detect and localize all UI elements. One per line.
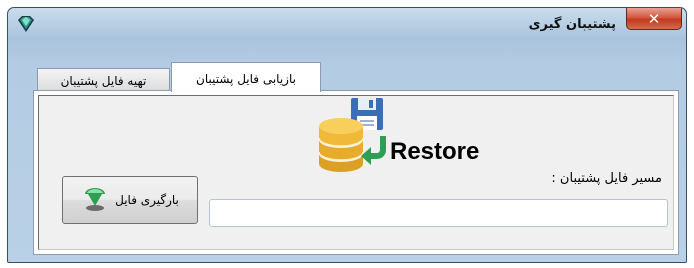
close-button[interactable]: ✕ xyxy=(626,8,682,30)
backup-window: پشتیبان گیری ✕ تهیه فایل پشتیبان بازیابی… xyxy=(7,7,687,263)
restore-heading: Restore xyxy=(390,138,480,165)
client-area: تهیه فایل پشتیبان بازیابی فایل پشتیبان R… xyxy=(17,60,679,257)
tab-create-backup[interactable]: تهیه فایل پشتیبان xyxy=(37,68,170,91)
load-file-button-label: بارگیری فایل xyxy=(115,193,179,207)
window-title: پشتیبان گیری xyxy=(528,17,616,32)
green-download-arrow-icon xyxy=(81,185,109,216)
backup-path-label: مسیر فایل پشتیبان : xyxy=(551,171,662,186)
app-icon[interactable] xyxy=(16,14,36,34)
restore-group: Restore مسیر فایل پشتیبان : بارگیری فایل xyxy=(38,95,674,250)
database-save-icon xyxy=(311,92,395,176)
backup-path-input[interactable] xyxy=(209,199,668,227)
load-file-button[interactable]: بارگیری فایل xyxy=(62,176,198,224)
tab-panel: Restore مسیر فایل پشتیبان : بارگیری فایل xyxy=(33,90,679,255)
close-icon: ✕ xyxy=(647,9,661,28)
tab-restore-backup[interactable]: بازیابی فایل پشتیبان xyxy=(171,62,321,92)
